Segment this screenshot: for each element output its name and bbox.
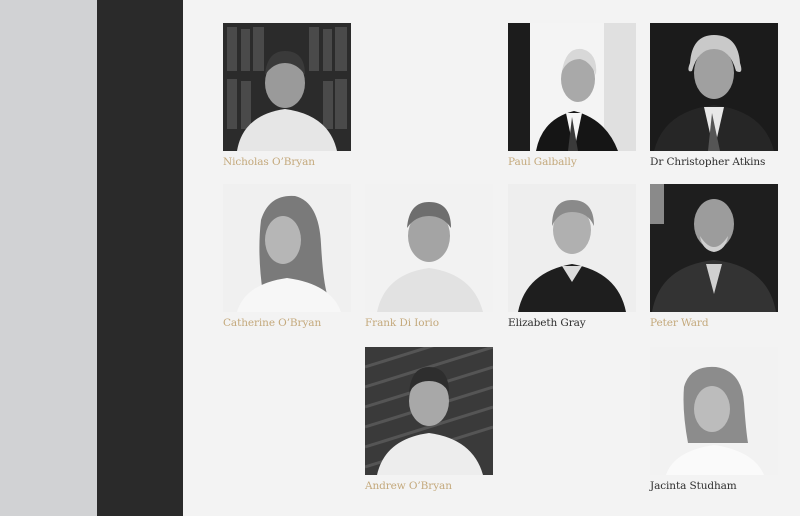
left-panel xyxy=(0,0,97,516)
portrait-photo[interactable] xyxy=(365,347,493,475)
team-member-name[interactable]: Frank Di Iorio xyxy=(365,317,493,330)
team-member-name[interactable]: Andrew O’Bryan xyxy=(365,480,493,493)
portrait-photo[interactable] xyxy=(508,184,636,312)
team-member-card-frank[interactable]: Frank Di Iorio xyxy=(365,184,493,330)
team-member-name[interactable]: Dr Christopher Atkins xyxy=(650,156,778,169)
team-member-card-elizabeth[interactable]: Elizabeth Gray xyxy=(508,184,636,330)
team-member-name[interactable]: Nicholas O’Bryan xyxy=(223,156,351,169)
portrait-photo[interactable] xyxy=(223,23,351,151)
team-member-card-peter[interactable]: Peter Ward xyxy=(650,184,778,330)
portrait-photo[interactable] xyxy=(365,184,493,312)
dark-sidebar-rail xyxy=(97,0,183,516)
portrait-photo[interactable] xyxy=(508,23,636,151)
portrait-photo[interactable] xyxy=(650,347,778,475)
portrait-photo[interactable] xyxy=(650,23,778,151)
team-member-card-andrew[interactable]: Andrew O’Bryan xyxy=(365,347,493,493)
team-member-card-catherine[interactable]: Catherine O’Bryan xyxy=(223,184,351,330)
portrait-photo[interactable] xyxy=(650,184,778,312)
team-member-name[interactable]: Paul Galbally xyxy=(508,156,636,169)
team-member-name[interactable]: Jacinta Studham xyxy=(650,480,778,493)
team-member-card-christopher[interactable]: Dr Christopher Atkins xyxy=(650,23,778,169)
team-member-name[interactable]: Catherine O’Bryan xyxy=(223,317,351,330)
team-member-name[interactable]: Peter Ward xyxy=(650,317,778,330)
portrait-photo[interactable] xyxy=(223,184,351,312)
team-member-name[interactable]: Elizabeth Gray xyxy=(508,317,636,330)
team-member-card-nicholas[interactable]: Nicholas O’Bryan xyxy=(223,23,351,169)
team-member-card-jacinta[interactable]: Jacinta Studham xyxy=(650,347,778,493)
team-member-card-paul[interactable]: Paul Galbally xyxy=(508,23,636,169)
